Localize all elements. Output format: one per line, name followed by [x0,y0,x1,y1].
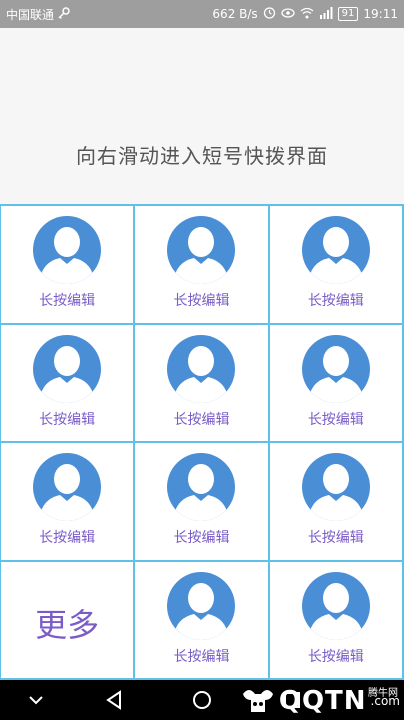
avatar-icon [167,334,236,403]
slot-label: 长按编辑 [39,530,96,546]
slot-label: 长按编辑 [39,411,96,428]
contact-slot[interactable]: 长按编辑 [1,443,136,562]
home-icon[interactable] [190,688,214,712]
avatar-icon [301,571,370,640]
wifi-icon [300,7,314,22]
contact-slot[interactable]: 长按编辑 [1,324,136,443]
more-label: 更多 [35,605,100,644]
slot-label: 长按编辑 [173,411,230,428]
bull-logo-icon [242,690,273,712]
avatar-icon [301,216,370,284]
contact-slot[interactable]: 长按编辑 [269,443,404,562]
alarm-icon [263,6,276,22]
contact-slot[interactable]: 长按编辑 [269,561,404,680]
swipe-hint: 向右滑动进入短号快拨界面 [76,144,328,168]
battery-icon: 91 [337,7,359,21]
key-icon [58,7,70,22]
network-speed: 662 B/s [212,7,258,21]
slot-label: 长按编辑 [307,411,364,428]
slot-label: 长按编辑 [307,648,364,665]
contact-slot[interactable]: 长按编辑 [269,206,404,325]
contact-slot[interactable]: 长按编辑 [135,324,270,443]
slot-label: 长按编辑 [307,293,364,309]
slot-label: 长按编辑 [173,293,230,309]
avatar-icon [301,334,370,403]
slot-label: 长按编辑 [307,530,364,546]
site-watermark: QQTN .com 腾牛网 [241,686,400,716]
status-bar: 中国联通 662 B/s 91 19:11 [0,0,404,28]
carrier-label: 中国联通 [6,8,55,22]
contact-slot[interactable]: 长按编辑 [135,206,270,325]
avatar-icon [167,216,236,284]
watermark-brand: QQTN [278,686,367,716]
back-icon[interactable] [102,688,126,712]
slot-label: 长按编辑 [39,293,96,309]
avatar-icon [33,334,102,403]
contact-slot[interactable]: 长按编辑 [135,443,270,562]
chevron-down-icon[interactable] [24,688,48,712]
clock: 19:11 [363,7,398,21]
eye-icon [281,7,295,22]
avatar-icon [301,453,370,521]
contact-slot[interactable]: 长按编辑 [1,206,136,325]
avatar-icon [33,453,102,521]
slot-label: 长按编辑 [173,530,230,546]
avatar-icon [167,453,236,521]
header-area[interactable]: 向右滑动进入短号快拨界面 [0,28,404,204]
contact-slot[interactable]: 长按编辑 [135,561,270,680]
avatar-icon [167,571,236,640]
contact-slot[interactable]: 长按编辑 [269,324,404,443]
more-button[interactable]: 更多 [1,561,136,680]
slot-label: 长按编辑 [173,648,230,665]
signal-icon [319,6,333,22]
speed-dial-grid: 长按编辑 长按编辑 长按编辑 长按编辑 长按编辑 长按编辑 长按编辑 长按编辑 … [0,204,404,680]
watermark-tag: 腾牛网 [368,688,398,699]
avatar-icon [33,216,102,284]
